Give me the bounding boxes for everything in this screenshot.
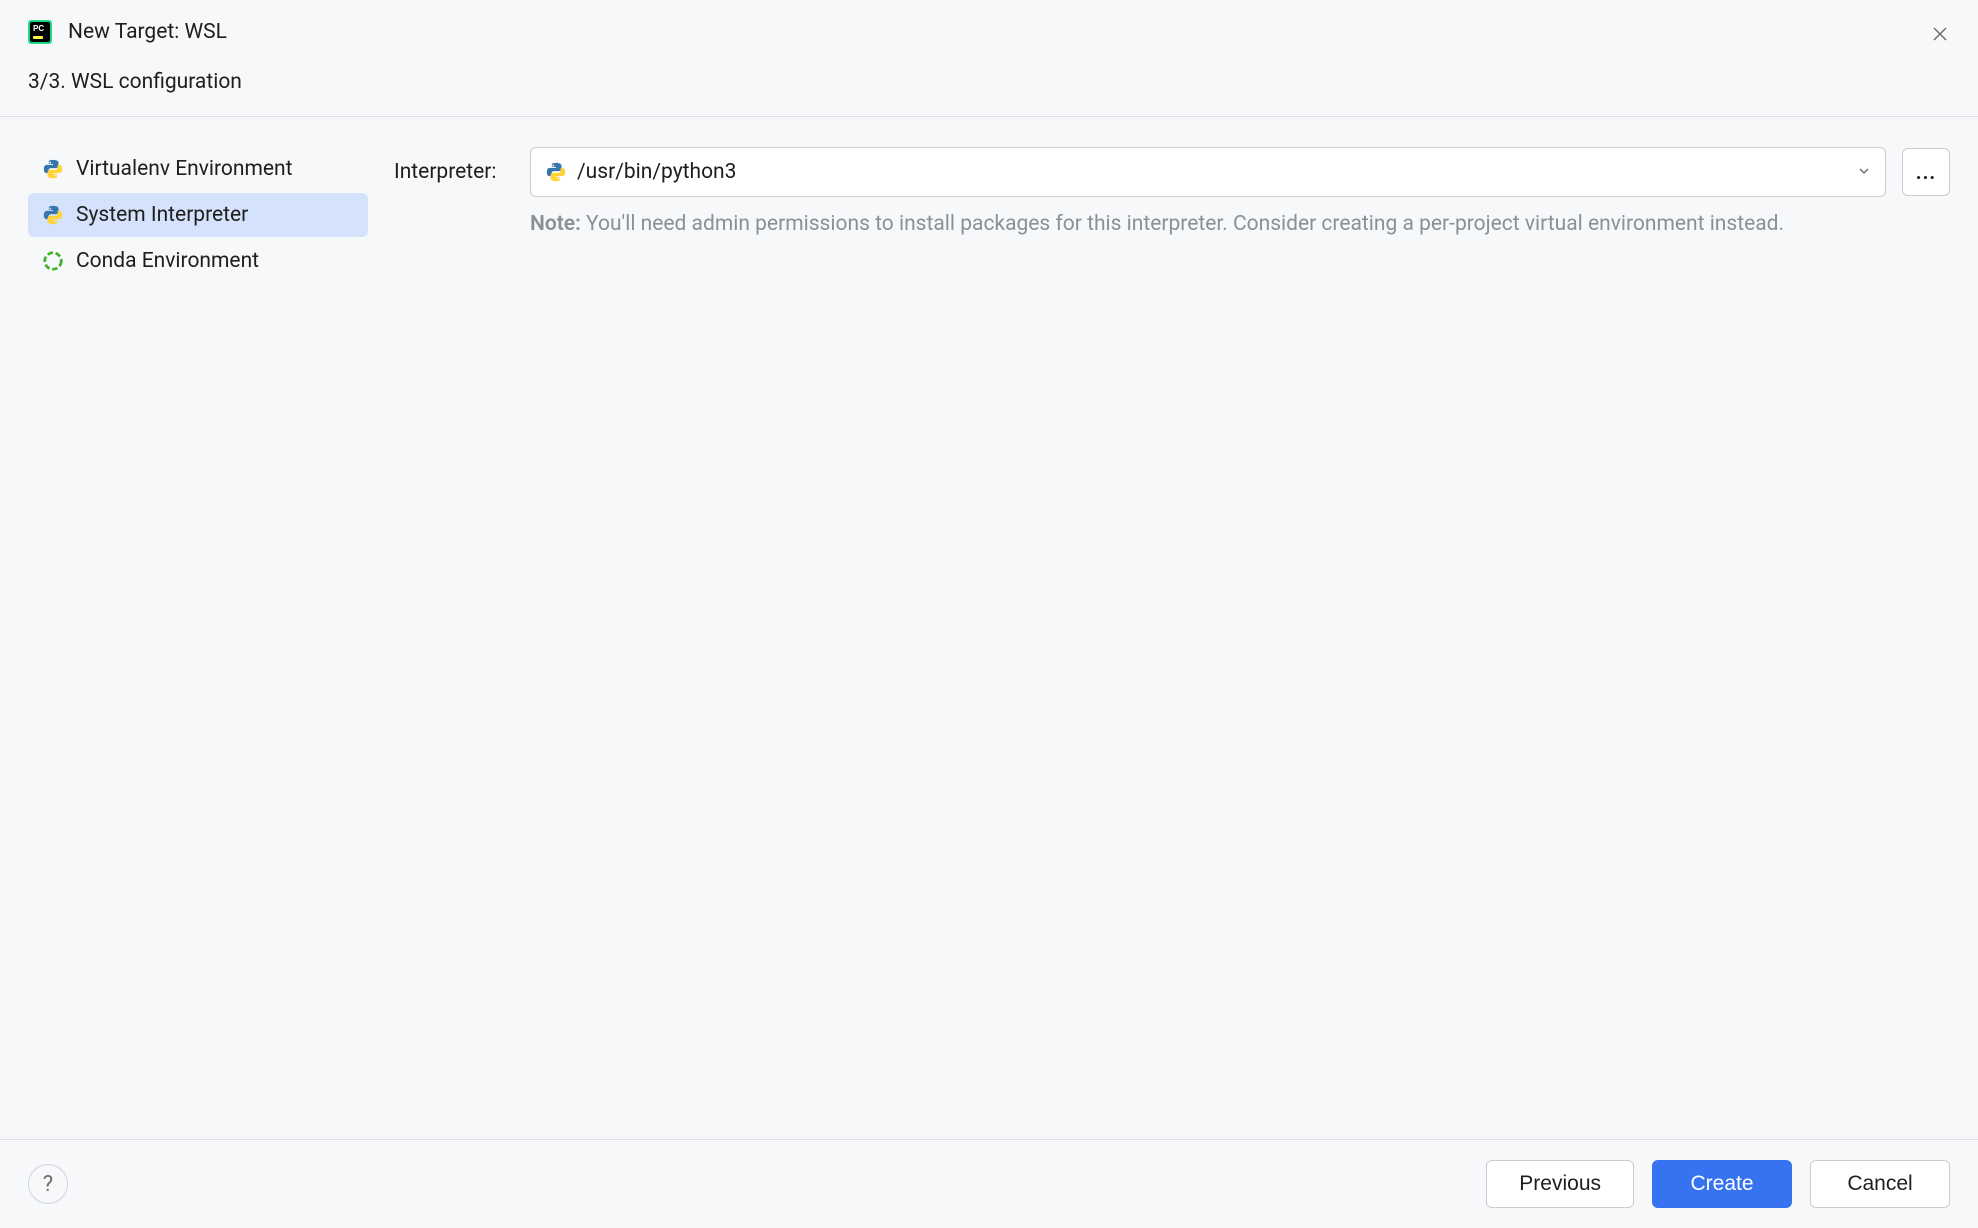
sidebar-item-label: Virtualenv Environment <box>76 157 293 181</box>
pycharm-app-icon: PC <box>28 20 52 44</box>
sidebar-item-system-interpreter[interactable]: System Interpreter <box>28 193 368 237</box>
sidebar-item-label: Conda Environment <box>76 249 259 273</box>
conda-icon <box>42 250 64 272</box>
titlebar: PC New Target: WSL <box>0 0 1978 60</box>
sidebar-item-label: System Interpreter <box>76 203 248 227</box>
svg-text:PC: PC <box>33 24 44 33</box>
chevron-down-icon <box>1857 163 1871 182</box>
dialog-container: PC New Target: WSL 3/3. WSL configuratio… <box>0 0 1978 1228</box>
python-icon <box>545 161 567 183</box>
note-wrapper: Note: You'll need admin permissions to i… <box>530 209 1950 241</box>
wizard-step-label: 3/3. WSL configuration <box>0 60 1978 116</box>
interpreter-combobox[interactable]: /usr/bin/python3 <box>530 147 1886 197</box>
dialog-title: New Target: WSL <box>68 20 227 44</box>
help-button[interactable]: ? <box>28 1164 68 1204</box>
ellipsis-icon: ... <box>1916 160 1936 184</box>
browse-button[interactable]: ... <box>1902 148 1950 196</box>
footer-buttons: Previous Create Cancel <box>1486 1160 1950 1208</box>
note-label: Note: <box>530 212 581 236</box>
python-icon <box>42 204 64 226</box>
note-text: Note: You'll need admin permissions to i… <box>530 209 1950 241</box>
note-body: You'll need admin permissions to install… <box>581 212 1784 236</box>
close-button[interactable] <box>1928 22 1952 46</box>
main-panel: Interpreter: /usr/bin/python3 <box>394 147 1950 1119</box>
sidebar-item-conda[interactable]: Conda Environment <box>28 239 368 283</box>
interpreter-label: Interpreter: <box>394 160 514 184</box>
help-icon: ? <box>43 1172 53 1197</box>
cancel-button[interactable]: Cancel <box>1810 1160 1950 1208</box>
footer: ? Previous Create Cancel <box>0 1139 1978 1228</box>
close-icon <box>1932 26 1948 42</box>
python-icon <box>42 158 64 180</box>
sidebar-item-virtualenv[interactable]: Virtualenv Environment <box>28 147 368 191</box>
create-button[interactable]: Create <box>1652 1160 1792 1208</box>
interpreter-value: /usr/bin/python3 <box>577 160 1857 184</box>
sidebar: Virtualenv Environment System Interprete… <box>28 147 368 1119</box>
interpreter-field-row: Interpreter: /usr/bin/python3 <box>394 147 1950 197</box>
content-area: Virtualenv Environment System Interprete… <box>0 117 1978 1139</box>
previous-button[interactable]: Previous <box>1486 1160 1634 1208</box>
